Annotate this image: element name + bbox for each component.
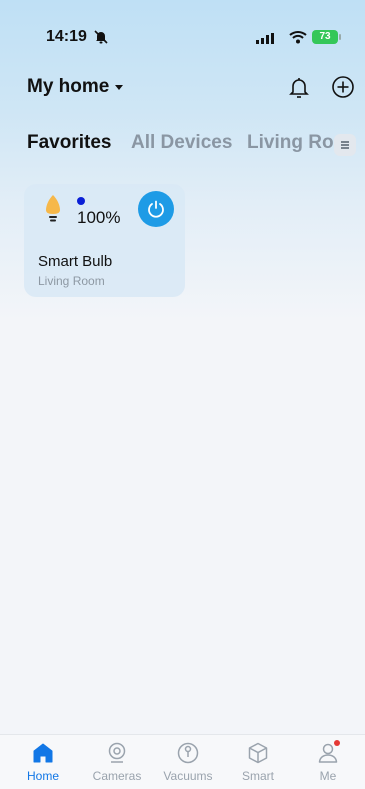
add-device-icon[interactable]: [331, 75, 355, 99]
cellular-signal-icon: [256, 33, 274, 44]
silent-bell-icon: [94, 30, 108, 44]
tab-favorites[interactable]: Favorites: [27, 132, 111, 154]
color-indicator-dot: [77, 197, 85, 205]
device-room: Living Room: [38, 274, 105, 288]
brightness-value: 100%: [77, 208, 121, 227]
status-bar: 14:19 73: [0, 0, 365, 50]
power-icon: [148, 200, 164, 218]
nav-vacuums-label: Vacuums: [163, 769, 213, 783]
tab-living-room[interactable]: Living Room: [247, 132, 345, 154]
light-bulb-icon: [46, 195, 60, 222]
cube-icon: [248, 742, 268, 764]
device-name: Smart Bulb: [38, 253, 113, 270]
tab-all-devices[interactable]: All Devices: [131, 132, 232, 154]
bottom-navigation: Home Cameras Vacuums Smart Me: [0, 734, 365, 789]
room-tabs: Favorites All Devices Living Room: [27, 132, 365, 162]
power-toggle-button[interactable]: [138, 191, 174, 227]
home-selector[interactable]: My home: [27, 76, 124, 98]
chevron-down-icon: [115, 84, 124, 90]
vacuum-icon: [177, 742, 199, 764]
nav-home-label: Home: [26, 769, 59, 783]
nav-me-label: Me: [319, 769, 337, 783]
nav-vacuums[interactable]: Vacuums: [153, 735, 223, 789]
home-title: My home: [27, 76, 110, 97]
device-card-smart-bulb[interactable]: 100% Smart Bulb Living Room: [24, 184, 185, 297]
battery-level: 73: [312, 30, 338, 44]
camera-icon: [108, 742, 126, 763]
nav-cameras[interactable]: Cameras: [82, 735, 152, 789]
menu-icon: [341, 141, 349, 149]
nav-smart[interactable]: Smart: [223, 735, 293, 789]
battery-tip: [339, 34, 341, 40]
home-icon: [33, 743, 53, 763]
notification-badge: [334, 740, 340, 746]
nav-home[interactable]: Home: [8, 735, 78, 789]
nav-smart-label: Smart: [241, 769, 274, 783]
tab-menu-button[interactable]: [334, 134, 356, 156]
wifi-icon: [289, 31, 307, 44]
status-time: 14:19: [46, 28, 87, 45]
notification-bell-icon[interactable]: [287, 75, 311, 99]
nav-me[interactable]: Me: [293, 735, 363, 789]
nav-cameras-label: Cameras: [92, 769, 142, 783]
